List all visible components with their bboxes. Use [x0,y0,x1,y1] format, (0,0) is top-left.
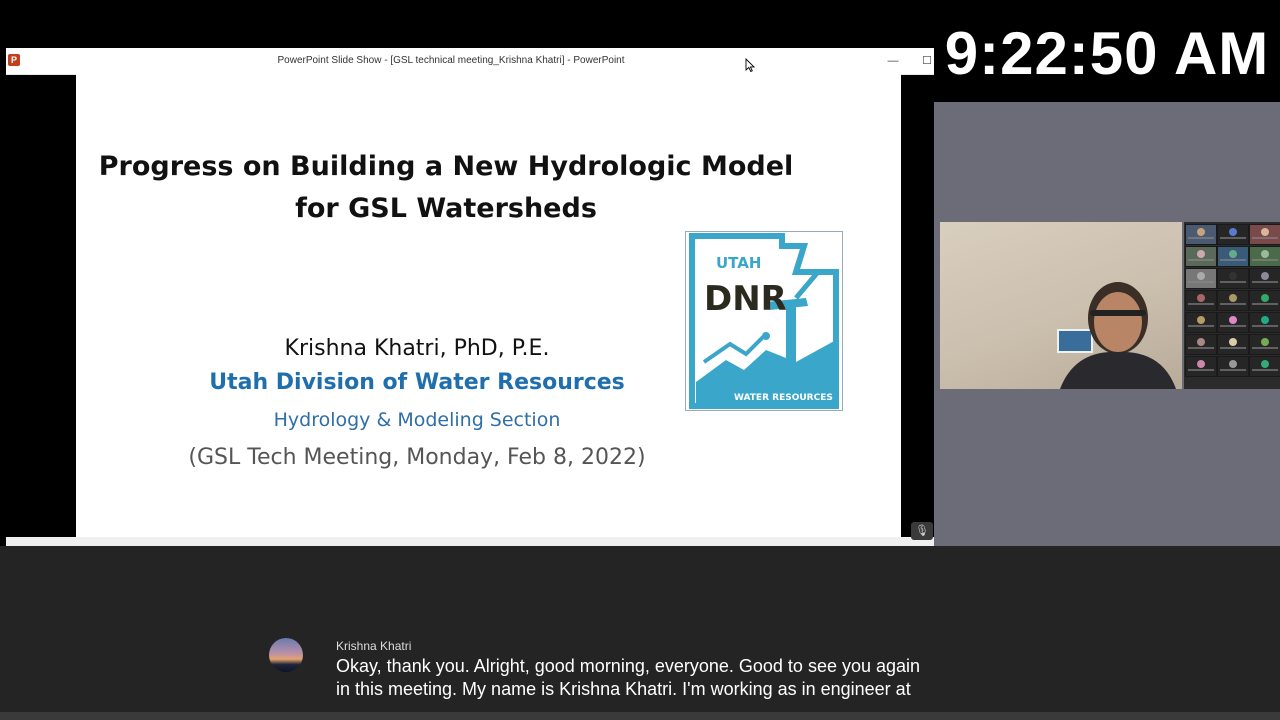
mouse-cursor-icon [745,58,755,72]
participant-tile[interactable] [1217,356,1249,377]
participant-name-bar [1220,303,1246,305]
slide-title-line-1: Progress on Building a New Hydrologic Mo… [98,151,794,182]
slide-section: Hydrology & Modeling Section [273,409,561,431]
participant-tile[interactable] [1185,268,1217,289]
avatar [1261,294,1269,302]
avatar [269,638,303,672]
participant-tile[interactable] [1217,246,1249,267]
participant-name-bar [1220,347,1246,349]
slide-author: Krishna Khatri, PhD, P.E. [284,336,550,361]
slide-title: Progress on Building a New Hydrologic Mo… [76,146,816,230]
microphone-icon[interactable]: 🎙 [911,522,933,540]
avatar [1197,228,1205,236]
participant-tile[interactable] [1185,356,1217,377]
participant-tile[interactable] [1185,290,1217,311]
avatar [1261,272,1269,280]
participant-name-bar [1252,347,1278,349]
participant-tile[interactable] [1249,312,1280,333]
participant-name-bar [1252,369,1278,371]
powerpoint-window: P PowerPoint Slide Show - [GSL technical… [6,46,934,546]
participant-name-bar [1188,237,1214,239]
avatar [1197,250,1205,258]
avatar [1229,316,1237,324]
participant-tile[interactable] [1217,312,1249,333]
participant-tile[interactable] [1217,334,1249,355]
window-title: PowerPoint Slide Show - [GSL technical m… [277,55,625,66]
avatar [1197,316,1205,324]
avatar [1229,228,1237,236]
caption-speaker-name: Krishna Khatri [336,639,412,653]
participant-tile[interactable] [1249,224,1280,245]
logo-main-text: DNR [704,279,787,319]
participant-name-bar [1220,281,1246,283]
participant-name-bar [1252,259,1278,261]
participant-name-bar [1252,281,1278,283]
slide: Progress on Building a New Hydrologic Mo… [76,74,901,537]
avatar [1261,360,1269,368]
participant-name-bar [1188,325,1214,327]
participant-name-bar [1252,237,1278,239]
slideshow-statusbar [6,537,934,546]
participant-tile[interactable] [1249,356,1280,377]
participant-tile[interactable] [1185,224,1217,245]
logo-top-text: UTAH [716,254,761,272]
participant-name-bar [1188,281,1214,283]
window-titlebar[interactable]: P PowerPoint Slide Show - [GSL technical… [6,48,934,75]
avatar [1261,316,1269,324]
caption-line-1: Okay, thank you. Alright, good morning, … [336,656,921,676]
minimize-button[interactable]: — [884,52,902,70]
slide-title-line-2: for GSL Watersheds [295,193,597,224]
avatar [1261,338,1269,346]
avatar [1229,360,1237,368]
maximize-button[interactable]: ☐ [918,52,936,70]
participant-tile[interactable] [1185,312,1217,333]
participant-name-bar [1188,259,1214,261]
participant-grid[interactable] [1184,222,1280,389]
caption-bottom-strip [0,712,1280,720]
utah-dnr-logo: UTAH DNR WATER RESOURCES [685,231,843,411]
logo-bottom-text: WATER RESOURCES [734,393,833,403]
avatar [1229,272,1237,280]
avatar [1261,228,1269,236]
participant-tile[interactable] [1217,290,1249,311]
clock: 9:22:50 AM [944,20,1270,87]
speaker-video[interactable] [940,222,1182,389]
avatar [1229,250,1237,258]
avatar [1261,250,1269,258]
participant-name-bar [1188,369,1214,371]
participant-tile[interactable] [1185,246,1217,267]
participant-name-bar [1252,303,1278,305]
slide-meeting: (GSL Tech Meeting, Monday, Feb 8, 2022) [188,445,646,470]
participant-name-bar [1188,303,1214,305]
avatar [1229,338,1237,346]
slide-organization: Utah Division of Water Resources [209,370,625,395]
participant-name-bar [1188,347,1214,349]
avatar [1197,360,1205,368]
avatar [1197,272,1205,280]
avatar [1229,294,1237,302]
avatar [1197,338,1205,346]
participant-name-bar [1252,325,1278,327]
participant-name-bar [1220,325,1246,327]
caption-line-2: in this meeting. My name is Krishna Khat… [336,679,911,699]
participant-tile[interactable] [1217,268,1249,289]
participant-name-bar [1220,369,1246,371]
participant-name-bar [1220,237,1246,239]
caption-text: Okay, thank you. Alright, good morning, … [336,655,996,701]
participant-name-bar [1220,259,1246,261]
participant-tile[interactable] [1249,290,1280,311]
participant-tile[interactable] [1217,224,1249,245]
participant-tile[interactable] [1249,334,1280,355]
participant-tile[interactable] [1185,334,1217,355]
participant-tile[interactable] [1249,246,1280,267]
participant-tile[interactable] [1249,268,1280,289]
avatar [1197,294,1205,302]
